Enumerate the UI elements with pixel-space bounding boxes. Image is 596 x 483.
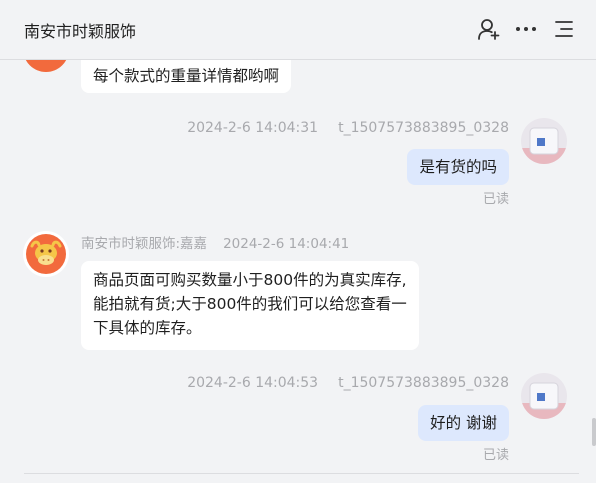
- read-status: 已读: [482, 192, 509, 207]
- message-meta: 2024-2-6 14:04:53 t_1507573883895_0328: [187, 375, 509, 391]
- user-avatar[interactable]: [521, 118, 567, 164]
- message-bubble-outgoing[interactable]: 是有货的吗: [407, 149, 509, 185]
- read-status: 已读: [482, 448, 509, 463]
- scrollbar-thumb[interactable]: [592, 418, 596, 446]
- message-time: 2024-2-6 14:04:41: [223, 236, 350, 252]
- message-text-line: 下具体的库存。: [93, 319, 202, 337]
- message-meta: 南安市时颖服饰:嘉嘉 2024-2-6 14:04:41: [81, 232, 349, 252]
- message-text-line: 能拍就有货;大于800件的我们可以给您查看一: [93, 295, 407, 313]
- message-text: 是有货的吗: [419, 158, 497, 176]
- message-bubble-incoming[interactable]: 每个款式的重量详情都哟啊: [81, 60, 292, 93]
- message-bubble-outgoing[interactable]: 好的 谢谢: [418, 405, 509, 441]
- shop-avatar[interactable]: [23, 231, 69, 277]
- message-time: 2024-2-6 14:04:31: [187, 120, 319, 136]
- user-avatar[interactable]: [521, 373, 567, 419]
- message-bubble-incoming[interactable]: 商品页面可购买数量小于800件的为真实库存, 能拍就有货;大于800件的我们可以…: [81, 261, 419, 350]
- message-meta: 2024-2-6 14:04:31 t_1507573883895_0328: [187, 120, 509, 136]
- message-list[interactable]: 每个款式的重量详情都哟啊 2024-2-6 14:04:31 t_15075738…: [0, 60, 596, 483]
- more-icon[interactable]: [514, 17, 538, 41]
- message-time: 2024-2-6 14:04:53: [187, 375, 319, 391]
- chat-header: 南安市时颖服饰: [0, 0, 596, 60]
- menu-icon[interactable]: [553, 18, 575, 40]
- add-user-icon[interactable]: [477, 17, 501, 41]
- message-text: 每个款式的重量详情都哟啊: [93, 67, 280, 85]
- shop-name-title: 南安市时颖服饰: [24, 22, 137, 41]
- shop-avatar[interactable]: [23, 60, 69, 72]
- sender-name: t_1507573883895_0328: [338, 120, 509, 136]
- input-divider: [24, 473, 579, 474]
- sender-name: t_1507573883895_0328: [338, 375, 509, 391]
- message-text: 好的 谢谢: [430, 414, 497, 432]
- sender-name: 南安市时颖服饰:嘉嘉: [81, 236, 208, 252]
- message-text-line: 商品页面可购买数量小于800件的为真实库存,: [93, 271, 407, 289]
